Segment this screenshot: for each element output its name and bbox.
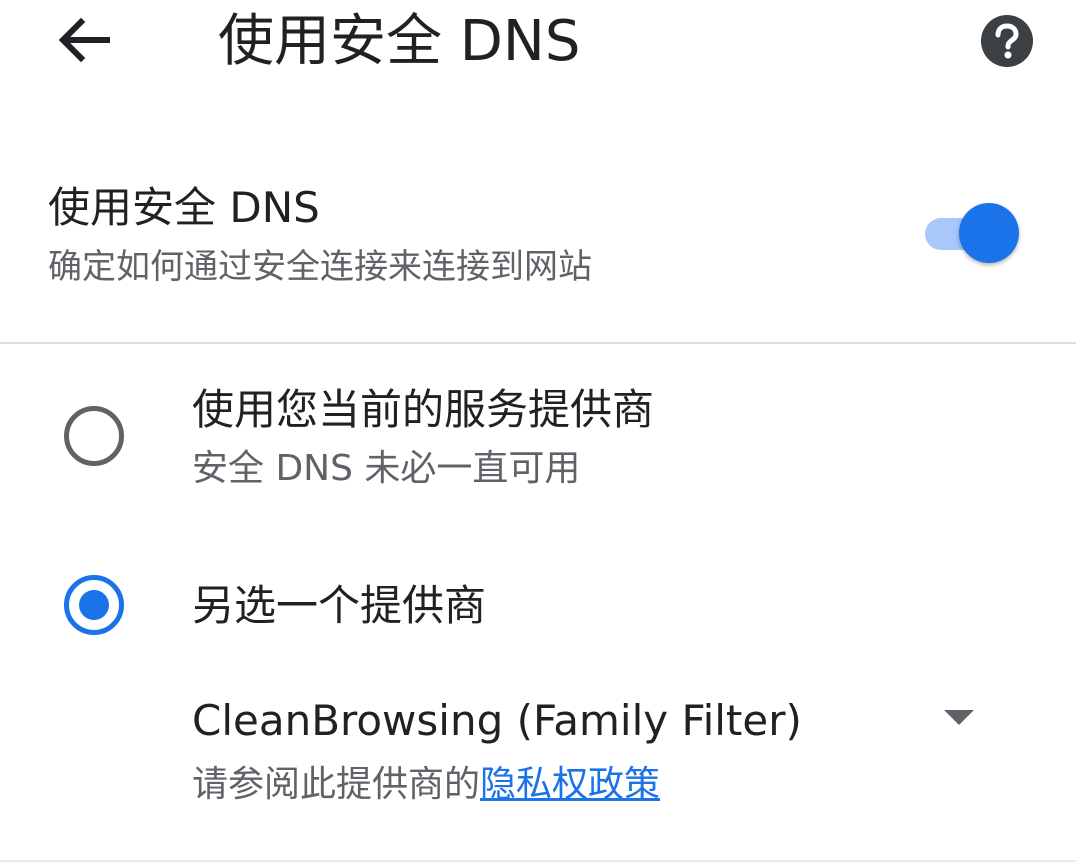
secure-dns-toggle-row[interactable]: 使用安全 DNS 确定如何通过安全连接来连接到网站: [0, 165, 1076, 315]
secure-dns-toggle-subtitle: 确定如何通过安全连接来连接到网站: [48, 247, 592, 287]
provider-selected-value: CleanBrowsing (Family Filter): [192, 696, 802, 745]
radio-current-provider[interactable]: [64, 406, 124, 466]
radio-selected-dot: [79, 590, 109, 620]
section-divider: [0, 342, 1076, 344]
bottom-divider: [0, 860, 1076, 862]
option-current-provider-description: 安全 DNS 未必一直可用: [192, 448, 581, 489]
privacy-note-prefix: 请参阅此提供商的: [192, 764, 481, 805]
provider-dropdown[interactable]: CleanBrowsing (Family Filter): [192, 690, 992, 752]
help-circle-icon: [981, 15, 1033, 67]
option-current-provider-label: 使用您当前的服务提供商: [192, 385, 655, 434]
option-current-provider[interactable]: 使用您当前的服务提供商 安全 DNS 未必一直可用: [0, 372, 1076, 502]
option-other-provider-label: 另选一个提供商: [192, 581, 487, 630]
privacy-policy-link[interactable]: 隐私权政策: [480, 764, 660, 805]
help-button[interactable]: [980, 14, 1034, 68]
back-button[interactable]: [48, 10, 118, 70]
dropdown-arrow-icon: [944, 710, 974, 725]
arrow-left-icon: [58, 17, 110, 63]
radio-other-provider[interactable]: [64, 575, 124, 635]
secure-dns-settings-page: 使用安全 DNS 使用安全 DNS 确定如何通过安全连接来连接到网站 使用您当前…: [0, 0, 1076, 865]
secure-dns-switch[interactable]: [925, 203, 1025, 263]
switch-thumb: [959, 203, 1019, 263]
secure-dns-toggle-title: 使用安全 DNS: [48, 183, 320, 232]
option-other-provider[interactable]: 另选一个提供商: [0, 560, 1076, 650]
page-title: 使用安全 DNS: [218, 9, 581, 74]
privacy-note: 请参阅此提供商的隐私权政策: [192, 762, 660, 808]
